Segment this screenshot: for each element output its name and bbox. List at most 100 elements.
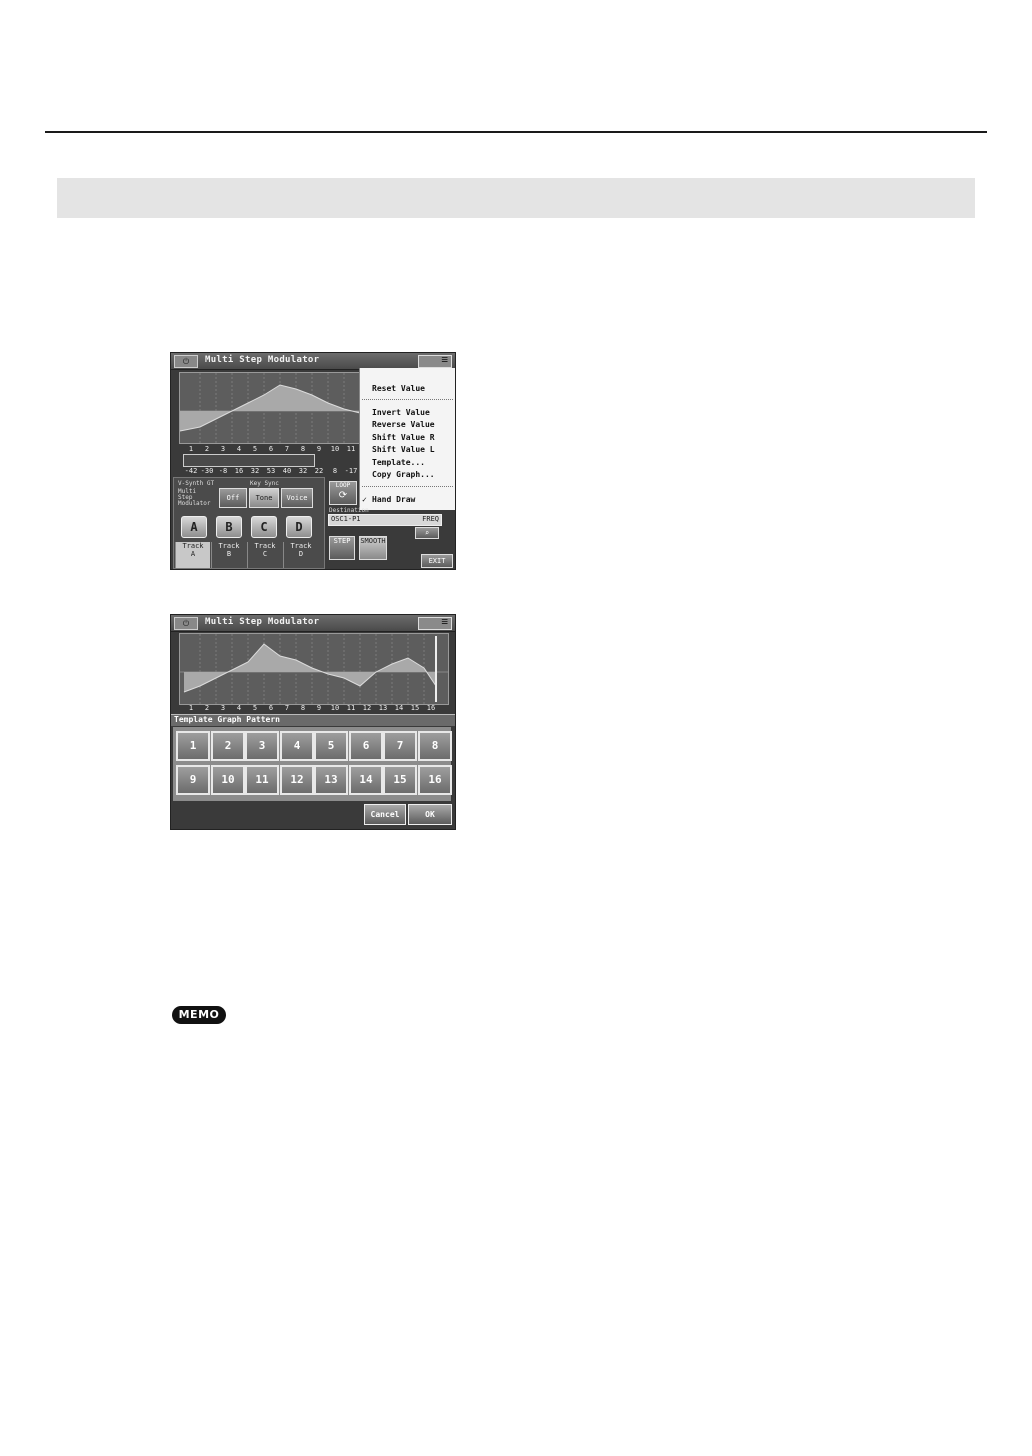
- window-title: Multi Step Modulator: [205, 355, 320, 365]
- sidebar-text: V-Synth GT: [178, 480, 215, 487]
- tab-label: C: [262, 550, 268, 558]
- loop-icon: ⟳: [338, 490, 348, 501]
- step-number: 9: [316, 704, 322, 712]
- menu-item-template[interactable]: Template...: [372, 458, 425, 467]
- cancel-button[interactable]: Cancel: [364, 804, 406, 825]
- step-number: 7: [284, 445, 290, 453]
- step-number: 5: [252, 445, 258, 453]
- step-number: 14: [394, 704, 404, 712]
- step-number: 15: [410, 704, 420, 712]
- sidebar-text: Modulator: [178, 500, 211, 507]
- power-icon[interactable]: ⏻: [174, 355, 198, 368]
- track-d-button[interactable]: D: [286, 516, 312, 538]
- pattern-button-1[interactable]: 1: [176, 731, 210, 761]
- step-number: 6: [268, 445, 274, 453]
- window-title: Multi Step Modulator: [205, 617, 320, 627]
- step-number: 2: [204, 445, 210, 453]
- step-number: 4: [236, 445, 242, 453]
- step-number: 12: [362, 704, 372, 712]
- tab-label: Track: [218, 542, 240, 550]
- pattern-button-8[interactable]: 8: [418, 731, 452, 761]
- destination-field[interactable]: OSC1-P1 FREQ: [328, 514, 442, 526]
- key-sync-voice-button[interactable]: Voice: [281, 488, 313, 508]
- tab-label: B: [226, 550, 232, 558]
- track-c-button[interactable]: C: [251, 516, 277, 538]
- tab-track-c[interactable]: Track C: [247, 542, 282, 568]
- step-number: 11: [346, 445, 356, 453]
- menu-item-reset-value[interactable]: Reset Value: [372, 384, 425, 393]
- pattern-button-16[interactable]: 16: [418, 765, 452, 795]
- tab-label: Track: [254, 542, 276, 550]
- step-knob-row[interactable]: [183, 454, 315, 467]
- step-number: 1: [188, 445, 194, 453]
- step-number: 9: [316, 445, 322, 453]
- step-value: -42: [184, 467, 198, 475]
- pattern-button-11[interactable]: 11: [245, 765, 279, 795]
- pattern-button-12[interactable]: 12: [280, 765, 314, 795]
- step-value: 16: [234, 467, 244, 475]
- step-number: 16: [426, 704, 436, 712]
- key-sync-tone-button[interactable]: Tone: [249, 488, 279, 508]
- check-icon: ✓: [362, 495, 367, 504]
- menu-item-shift-value-l[interactable]: Shift Value L: [372, 445, 435, 454]
- pattern-button-10[interactable]: 10: [211, 765, 245, 795]
- step-value: -30: [200, 467, 214, 475]
- tab-track-d[interactable]: Track D: [283, 542, 318, 568]
- screenshot-template-graph-pattern: ⏻ Multi Step Modulator 1 2 3 4 5: [170, 614, 456, 830]
- loop-button[interactable]: LOOP ⟳: [329, 481, 357, 505]
- ok-button[interactable]: OK: [408, 804, 452, 825]
- tab-label: Track: [182, 542, 204, 550]
- pattern-button-6[interactable]: 6: [349, 731, 383, 761]
- destination-param: FREQ: [422, 515, 439, 523]
- header-rule: [45, 131, 987, 133]
- step-label: STEP: [333, 537, 351, 545]
- loop-label: LOOP: [335, 482, 351, 489]
- smooth-label: SMOOTH: [360, 537, 386, 545]
- power-icon[interactable]: ⏻: [174, 617, 198, 630]
- menu-item-copy-graph[interactable]: Copy Graph...: [372, 470, 435, 479]
- pattern-button-5[interactable]: 5: [314, 731, 348, 761]
- menu-item-reverse-value[interactable]: Reverse Value: [372, 420, 435, 429]
- pattern-button-4[interactable]: 4: [280, 731, 314, 761]
- tab-label: Track: [290, 542, 312, 550]
- key-sync-off-button[interactable]: Off: [219, 488, 247, 508]
- memo-badge: MEMO: [172, 1006, 226, 1024]
- pattern-button-15[interactable]: 15: [383, 765, 417, 795]
- step-number: 8: [300, 704, 306, 712]
- menu-item-hand-draw[interactable]: Hand Draw: [372, 495, 415, 504]
- step-number: 3: [220, 704, 226, 712]
- track-a-button[interactable]: A: [181, 516, 207, 538]
- step-button[interactable]: STEP: [329, 536, 355, 560]
- step-value: 32: [298, 467, 308, 475]
- menu-item-shift-value-r[interactable]: Shift Value R: [372, 433, 435, 442]
- pattern-button-3[interactable]: 3: [245, 731, 279, 761]
- menu-icon[interactable]: [418, 615, 452, 630]
- step-graph-svg: [180, 634, 448, 704]
- step-number: 2: [204, 704, 210, 712]
- pattern-button-2[interactable]: 2: [211, 731, 245, 761]
- step-number: 5: [252, 704, 258, 712]
- template-dialog-title: Template Graph Pattern: [174, 715, 280, 724]
- step-value: 53: [266, 467, 276, 475]
- menu-item-invert-value[interactable]: Invert Value: [372, 408, 430, 417]
- step-graph[interactable]: [179, 633, 449, 705]
- key-sync-label: Key Sync: [250, 480, 279, 487]
- track-b-button[interactable]: B: [216, 516, 242, 538]
- exit-button[interactable]: EXIT: [421, 554, 453, 568]
- pattern-button-13[interactable]: 13: [314, 765, 348, 795]
- step-number: 1: [188, 704, 194, 712]
- step-value: 22: [314, 467, 324, 475]
- smooth-button[interactable]: SMOOTH: [359, 536, 387, 560]
- step-number: 4: [236, 704, 242, 712]
- search-icon[interactable]: ⌕: [415, 527, 439, 539]
- pattern-button-14[interactable]: 14: [349, 765, 383, 795]
- template-dialog-title-bar: Template Graph Pattern: [171, 714, 455, 726]
- menu-icon[interactable]: [418, 353, 452, 368]
- pattern-button-9[interactable]: 9: [176, 765, 210, 795]
- tab-track-b[interactable]: Track B: [211, 542, 246, 568]
- section-header-band: [57, 178, 975, 218]
- pattern-button-7[interactable]: 7: [383, 731, 417, 761]
- tab-track-a[interactable]: Track A: [175, 542, 210, 568]
- menu-separator: [362, 486, 453, 487]
- step-number: 11: [346, 704, 356, 712]
